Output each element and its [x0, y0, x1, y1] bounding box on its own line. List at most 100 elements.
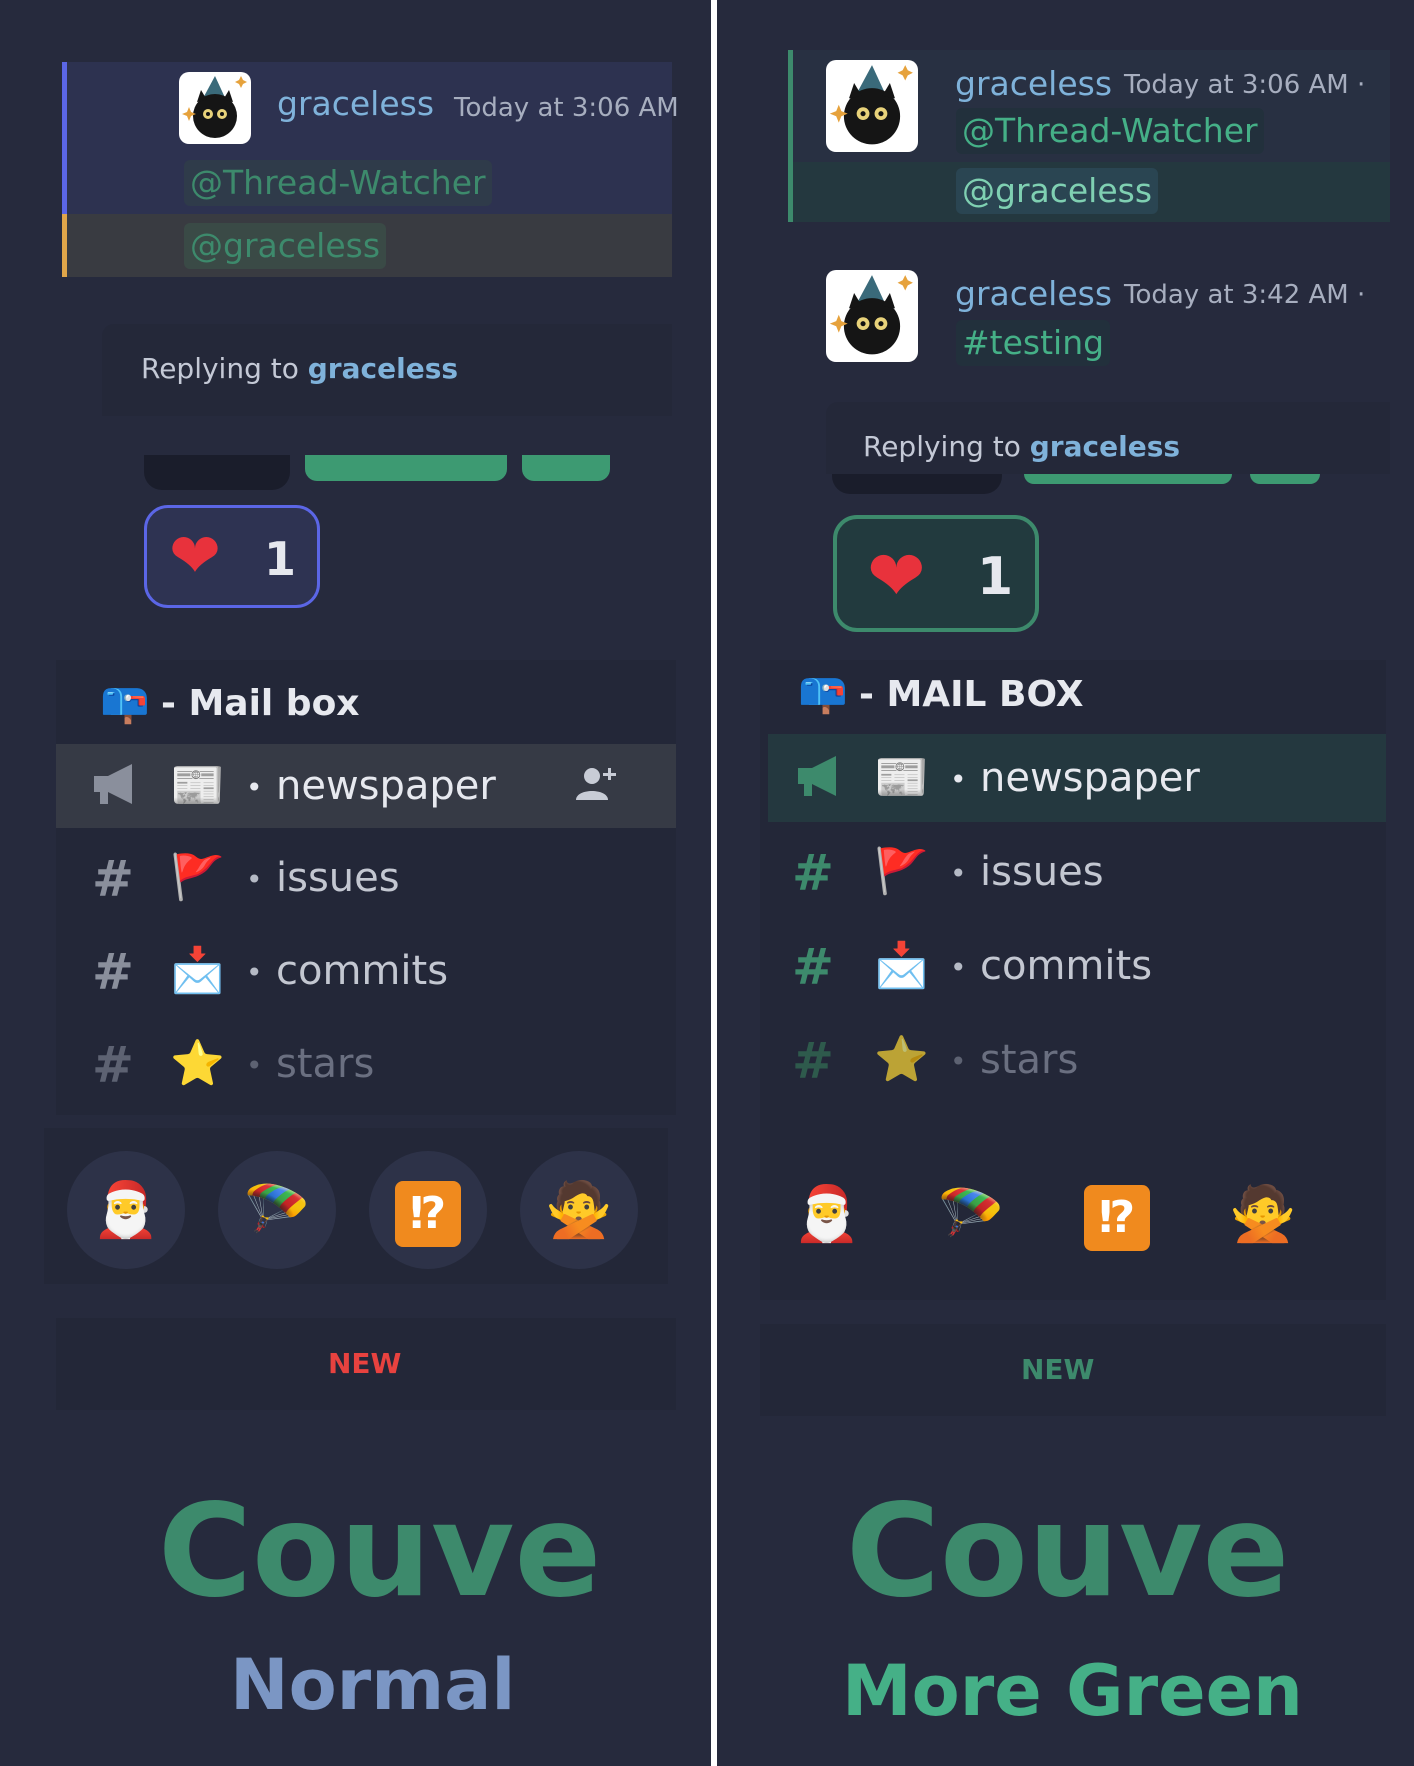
replying-to-label: Replying to graceless: [141, 352, 458, 385]
new-label[interactable]: NEW: [1021, 1353, 1094, 1386]
channel-name[interactable]: newspaper: [980, 758, 1200, 798]
channel-issues[interactable]: # 🚩 • issues: [768, 830, 1386, 914]
add-member-icon[interactable]: [572, 762, 620, 810]
channel-name[interactable]: newspaper: [276, 766, 496, 806]
channel-name[interactable]: commits: [276, 951, 448, 991]
hash-icon: #: [792, 938, 834, 996]
newspaper-emoji-icon: 📰: [170, 760, 225, 811]
interrobang-icon: ⁉: [395, 1181, 461, 1247]
channel-mention-testing[interactable]: #testing: [956, 320, 1111, 366]
category-title[interactable]: - Mail box: [161, 683, 360, 724]
megaphone-icon: [90, 762, 142, 814]
inbox-envelope-emoji-icon: 📩: [874, 940, 929, 991]
channel-stars[interactable]: # ⭐ • stars: [56, 1022, 676, 1106]
panel-divider: [708, 0, 720, 1766]
channel-separator-dot: •: [950, 1045, 967, 1078]
avatar[interactable]: [826, 60, 918, 152]
screen-share-button-partial[interactable]: [522, 455, 610, 481]
channel-newspaper[interactable]: 📰 • newspaper: [56, 744, 676, 828]
reaction-count: 1: [264, 532, 297, 586]
screen-share-button-partial[interactable]: [1250, 474, 1320, 484]
channel-separator-dot: •: [950, 951, 967, 984]
interrobang-emoji-button[interactable]: ⁉: [1058, 1155, 1176, 1273]
channel-separator-dot: •: [950, 857, 967, 890]
message-highlight-bar: [788, 50, 793, 222]
message-timestamp: Today at 3:42 AM ·: [1124, 280, 1366, 310]
new-label[interactable]: NEW: [328, 1347, 401, 1380]
replying-to-prefix: Replying to: [141, 352, 308, 385]
message-timestamp: Today at 3:06 AM ·: [1124, 70, 1366, 100]
reply-target-user[interactable]: graceless: [1030, 430, 1180, 463]
hash-icon: #: [92, 943, 134, 1001]
theme-variant-label: Normal: [230, 1644, 516, 1726]
channel-stars[interactable]: # ⭐ • stars: [768, 1018, 1386, 1102]
message-highlight-bar: [62, 62, 67, 214]
channel-name[interactable]: issues: [276, 858, 400, 898]
voice-button-partial[interactable]: [832, 474, 1002, 494]
avatar[interactable]: [179, 72, 251, 144]
santa-skull-emoji-button[interactable]: 🎅: [768, 1155, 886, 1273]
message-timestamp: Today at 3:06 AM: [454, 93, 679, 123]
star-emoji-icon: ⭐: [170, 1038, 225, 1089]
channel-separator-dot: •: [246, 956, 263, 989]
mention-highlight-bar: [62, 214, 67, 277]
video-button-partial[interactable]: [1024, 474, 1232, 484]
red-flag-emoji-icon: 🚩: [170, 852, 225, 903]
skydiver-emoji-button[interactable]: 🪂: [218, 1151, 336, 1269]
channel-name[interactable]: issues: [980, 852, 1104, 892]
category-title[interactable]: - MAIL BOX: [859, 674, 1084, 715]
channel-newspaper[interactable]: 📰 • newspaper: [768, 734, 1386, 822]
cat-wizard-avatar-icon: [829, 275, 913, 355]
hash-icon: #: [792, 1032, 834, 1090]
theme-preview-more-green: graceless Today at 3:06 AM · @Thread-Wat…: [720, 0, 1414, 1766]
no-gesture-emoji-button[interactable]: 🙅: [520, 1151, 638, 1269]
user-mention-graceless[interactable]: @graceless: [184, 223, 387, 269]
mailbox-emoji-icon: 📪: [100, 680, 150, 726]
hash-icon: #: [92, 850, 134, 908]
heart-reaction-button[interactable]: ❤ 1: [144, 505, 320, 608]
message-username[interactable]: graceless: [955, 64, 1112, 103]
santa-skull-emoji-button[interactable]: 🎅: [67, 1151, 185, 1269]
theme-brand-title: Couve: [158, 1477, 602, 1626]
message-username[interactable]: graceless: [277, 84, 434, 123]
channel-separator-dot: •: [950, 763, 967, 796]
interrobang-emoji-button[interactable]: ⁉: [369, 1151, 487, 1269]
skydiver-emoji-button[interactable]: 🪂: [912, 1155, 1030, 1273]
channel-name[interactable]: commits: [980, 946, 1152, 986]
no-gesture-person-icon: 🙅: [1229, 1182, 1297, 1245]
replying-to-prefix: Replying to: [863, 430, 1030, 463]
channel-separator-dot: •: [246, 1049, 263, 1082]
channel-commits[interactable]: # 📩 • commits: [56, 929, 676, 1013]
message-username[interactable]: graceless: [955, 274, 1112, 313]
replying-to-label: Replying to graceless: [863, 430, 1180, 463]
heart-reaction-button[interactable]: ❤ 1: [833, 515, 1039, 632]
interrobang-icon: ⁉: [1084, 1185, 1150, 1251]
reply-target-user[interactable]: graceless: [308, 352, 458, 385]
avatar[interactable]: [826, 270, 918, 362]
video-button-partial[interactable]: [305, 455, 507, 481]
theme-preview-normal: graceless Today at 3:06 AM @Thread-Watch…: [0, 0, 707, 1766]
user-mention-thread-watcher[interactable]: @Thread-Watcher: [956, 108, 1264, 154]
user-mention-graceless[interactable]: @graceless: [956, 168, 1159, 214]
no-gesture-emoji-button[interactable]: 🙅: [1204, 1155, 1322, 1273]
skydiver-icon: 🪂: [243, 1178, 311, 1241]
red-flag-emoji-icon: 🚩: [874, 846, 929, 897]
hash-icon: #: [92, 1036, 134, 1094]
theme-brand-title: Couve: [846, 1477, 1290, 1626]
channel-commits[interactable]: # 📩 • commits: [768, 924, 1386, 1008]
reaction-count: 1: [977, 547, 1014, 607]
user-mention-thread-watcher[interactable]: @Thread-Watcher: [184, 160, 492, 206]
voice-button-partial[interactable]: [144, 455, 290, 490]
cat-wizard-avatar-icon: [829, 65, 913, 145]
channel-issues[interactable]: # 🚩 • issues: [56, 836, 676, 920]
channel-separator-dot: •: [246, 863, 263, 896]
santa-hat-icon: 🎅: [793, 1182, 861, 1245]
hash-icon: #: [792, 844, 834, 902]
skydiver-icon: 🪂: [937, 1182, 1005, 1245]
heart-emoji-icon: ❤: [169, 519, 221, 592]
channel-name[interactable]: stars: [276, 1044, 374, 1084]
santa-hat-icon: 🎅: [92, 1178, 160, 1241]
no-gesture-person-icon: 🙅: [545, 1178, 613, 1241]
megaphone-icon: [794, 754, 846, 806]
channel-name[interactable]: stars: [980, 1040, 1078, 1080]
